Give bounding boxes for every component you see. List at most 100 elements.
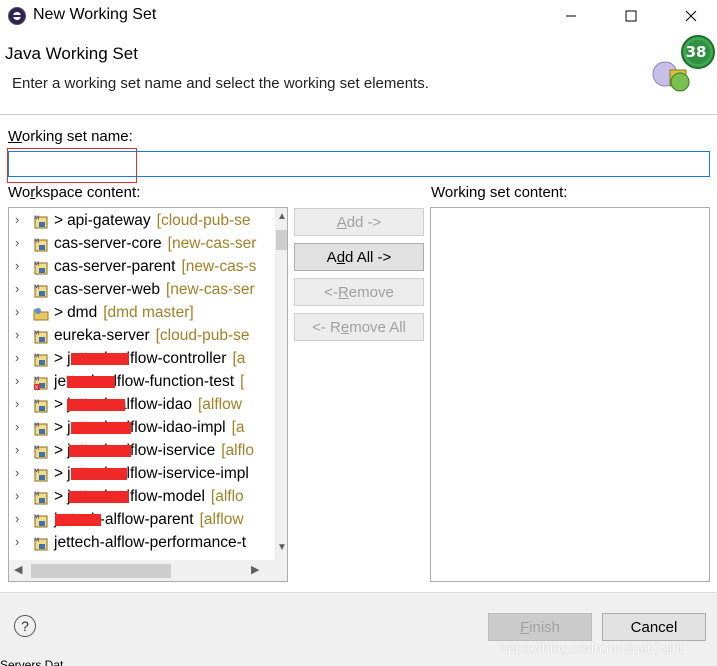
svg-text:x: x	[35, 385, 38, 391]
remove-all-button[interactable]: <- Re move All	[294, 313, 424, 341]
tree-row-label: jettech-alflow-performance-t	[54, 534, 246, 552]
project-name: cas-server-web	[54, 281, 160, 298]
chevron-right-icon[interactable]: ›	[15, 304, 25, 319]
svg-text:M: M	[34, 491, 39, 498]
redaction-mark	[71, 353, 129, 365]
redaction-mark	[71, 468, 127, 480]
maven-project-icon: M	[34, 422, 48, 436]
maven-project-icon: M	[34, 215, 48, 229]
tree-row-label: cas-server-parent [new-cas-s	[54, 258, 256, 276]
title-bar: New Working Set	[0, 0, 717, 32]
tree-row[interactable]: › Mcas-server-parent [new-cas-s	[9, 256, 271, 279]
minimize-button[interactable]	[548, 0, 594, 32]
finish-button[interactable]: Finish	[488, 613, 592, 641]
chevron-right-icon[interactable]: ›	[15, 350, 25, 365]
tree-row[interactable]: › Mx jettech-alflow-function-test[	[9, 371, 271, 394]
vertical-scroll-thumb[interactable]	[276, 230, 287, 250]
maven-project-icon: M	[34, 284, 48, 298]
chevron-right-icon[interactable]: ›	[15, 465, 25, 480]
chevron-right-icon[interactable]: ›	[15, 258, 25, 273]
chevron-right-icon[interactable]: ›	[15, 511, 25, 526]
horizontal-scroll-thumb[interactable]	[31, 564, 171, 578]
page-title: Java Working Set	[5, 44, 138, 63]
project-name: cas-server-parent	[54, 258, 176, 275]
workspace-label-mnemonic: r	[30, 184, 36, 201]
svg-text:M: M	[34, 330, 39, 337]
help-icon[interactable]: ?	[14, 615, 36, 637]
finish-mnemonic: F	[519, 618, 530, 636]
tree-row[interactable]: › M > jettech-alflow-idao [alflow	[9, 394, 271, 417]
add-mnemonic: A	[336, 213, 347, 231]
svg-text:M: M	[34, 537, 39, 544]
chevron-right-icon[interactable]: ›	[15, 212, 25, 227]
chevron-right-icon[interactable]: ›	[15, 488, 25, 503]
chevron-right-icon[interactable]: ›	[15, 442, 25, 457]
chevron-right-icon[interactable]: ›	[15, 373, 25, 388]
add-all-button[interactable]: Add All ->	[294, 243, 424, 271]
tree-row[interactable]: › M > jettech-alflow-iservice-impl	[9, 463, 271, 486]
working-set-name-field[interactable]	[8, 151, 710, 177]
maven-project-icon: M	[34, 238, 48, 252]
working-set-content-list[interactable]	[430, 207, 710, 582]
add-button[interactable]: Add ->	[294, 208, 424, 236]
cancel-button[interactable]: Cancel	[602, 613, 706, 641]
chevron-right-icon[interactable]: ›	[15, 534, 25, 549]
chevron-right-icon[interactable]: ›	[15, 281, 25, 296]
chevron-right-icon[interactable]: ›	[15, 327, 25, 342]
svg-text:M: M	[34, 261, 39, 268]
maven-project-icon: M	[34, 353, 48, 367]
chevron-right-icon[interactable]: ›	[15, 396, 25, 411]
horizontal-scrollbar[interactable]: ◀ ▶	[9, 560, 287, 581]
name-label-rest: orking set name:	[21, 128, 133, 145]
project-name: jettech-alflow-performance-t	[54, 534, 247, 551]
dirty-marker: >	[54, 350, 64, 367]
tree-row[interactable]: › M > api-gateway [cloud-pub-se	[9, 210, 271, 233]
maven-project-icon: M	[34, 445, 48, 459]
tree-row[interactable]: › M > jettech-alflow-model [alflo	[9, 486, 271, 509]
tree-row[interactable]: › Meureka-server [cloud-pub-se	[9, 325, 271, 348]
scroll-down-icon[interactable]: ▼	[277, 542, 287, 553]
maven-project-icon: M	[34, 468, 48, 482]
dirty-marker: >	[54, 419, 64, 436]
window-title: New Working Set	[33, 6, 157, 23]
tree-row[interactable]: › Mjettech-alflow-parent [alflow	[9, 509, 271, 532]
project-name: dmd	[67, 304, 98, 321]
project-name: cas-server-core	[54, 235, 162, 252]
chevron-right-icon[interactable]: ›	[15, 235, 25, 250]
dirty-marker: >	[54, 442, 64, 459]
git-branch-label: [alflow	[199, 511, 244, 528]
maven-project-icon: M	[34, 330, 48, 344]
tree-row[interactable]: › Mcas-server-core [new-cas-ser	[9, 233, 271, 256]
vertical-scrollbar[interactable]: ▲ ▼	[275, 208, 287, 560]
chevron-right-icon[interactable]: ›	[15, 419, 25, 434]
workspace-tree[interactable]: › Mjettech-alflow-performance-t › Mjettech-…	[8, 207, 288, 582]
tree-row[interactable]: › M > jettech-alflow-iservice [alflo	[9, 440, 271, 463]
working-set-content-label: Working set content:	[431, 184, 568, 201]
folder-project-icon	[33, 308, 49, 321]
tree-row[interactable]: › Mjettech-alflow-performance-t	[9, 532, 271, 555]
svg-text:M: M	[34, 422, 39, 429]
maximize-button[interactable]	[608, 0, 654, 32]
scroll-up-icon[interactable]: ▲	[277, 211, 287, 222]
project-name: eureka-server	[54, 327, 150, 344]
name-label-mnemonic: W	[8, 128, 22, 145]
scroll-left-icon[interactable]: ◀	[14, 563, 22, 576]
dirty-marker: >	[54, 304, 64, 321]
svg-text:M: M	[34, 468, 39, 475]
git-branch-label: [new-cas-ser	[167, 235, 257, 252]
tree-row[interactable]: › M > jettech-alflow-controller [a	[9, 348, 271, 371]
redaction-mark	[69, 491, 129, 503]
tree-row[interactable]: › > dmd [dmd master]	[9, 302, 271, 325]
tree-row[interactable]: › Mcas-server-web [new-cas-ser	[9, 279, 271, 302]
git-branch-label: [alflo	[210, 488, 244, 505]
git-branch-label: [alflow	[198, 396, 242, 413]
background-tabs-text: Servers Dat	[0, 658, 64, 666]
svg-text:M: M	[34, 376, 39, 383]
remove-button[interactable]: <- Remove	[294, 278, 424, 306]
watermark-text: https://blog.csdn.net/justDolfit	[500, 640, 683, 656]
scroll-right-icon[interactable]: ▶	[251, 563, 259, 576]
close-button[interactable]	[668, 0, 714, 32]
git-branch-label: [alflo	[221, 442, 254, 459]
tree-row[interactable]: › M > jettech-alflow-idao-impl [a	[9, 417, 271, 440]
add-all-mnemonic: d	[336, 248, 346, 266]
